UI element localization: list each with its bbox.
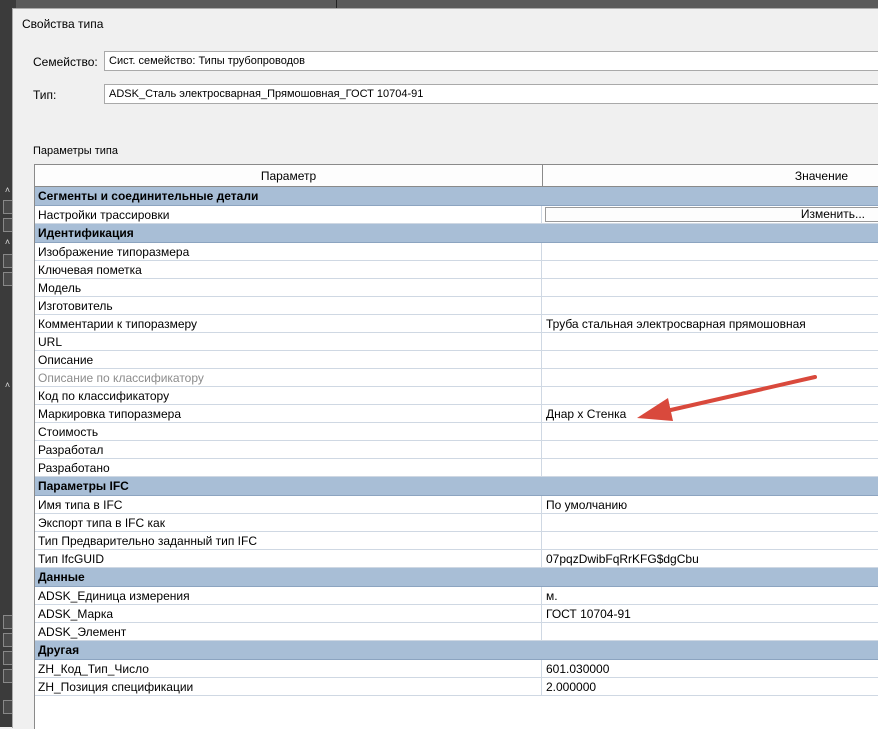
type-properties-dialog: Свойства типа Семейство: Сист. семейство… [12, 8, 878, 729]
background-tab[interactable] [16, 0, 337, 8]
parameter-row[interactable]: ZH_Код_Тип_Число 601.030000 [35, 660, 878, 678]
parameter-row[interactable]: Имя типа в IFC По умолчанию [35, 496, 878, 514]
group-header[interactable]: Сегменты и соединительные детали [35, 187, 878, 206]
parameter-column-header[interactable]: Параметр [35, 165, 543, 186]
parameter-value[interactable] [543, 441, 878, 458]
grid-rows: Сегменты и соединительные детали Настройк… [35, 187, 878, 696]
parameter-value[interactable] [543, 459, 878, 476]
parameter-name: Стоимость [35, 423, 542, 440]
parameter-name: Код по классификатору [35, 387, 542, 404]
parameter-value[interactable]: Изменить... [543, 206, 878, 223]
parameter-name: ZH_Позиция спецификации [35, 678, 542, 695]
parameter-value[interactable] [543, 243, 878, 260]
background-tab[interactable] [337, 0, 878, 8]
parameter-name: Модель [35, 279, 542, 296]
parameter-row[interactable]: ZH_Позиция спецификации 2.000000 [35, 678, 878, 696]
parameter-row[interactable]: Модель [35, 279, 878, 297]
parameter-row[interactable]: ADSK_Единица измерения м. [35, 587, 878, 605]
type-field[interactable]: ADSK_Сталь электросварная_Прямошовная_ГО… [104, 84, 878, 104]
collapse-icon[interactable]: ˄ [3, 238, 12, 247]
parameter-row[interactable]: Тип Предварительно заданный тип IFC [35, 532, 878, 550]
parameter-row[interactable]: Маркировка типоразмера Днар х Стенка [35, 405, 878, 423]
parameter-name: Настройки трассировки [35, 206, 542, 223]
type-parameters-title: Параметры типа [33, 145, 118, 157]
parameter-row[interactable]: Стоимость [35, 423, 878, 441]
parameter-name: ADSK_Единица измерения [35, 587, 542, 604]
parameter-value[interactable] [543, 297, 878, 314]
parameter-value[interactable] [543, 333, 878, 350]
parameter-name: ADSK_Марка [35, 605, 542, 622]
parameter-row[interactable]: Ключевая пометка [35, 261, 878, 279]
parameter-name: Разработано [35, 459, 542, 476]
parameter-value[interactable]: Труба стальная электросварная прямошовна… [543, 315, 878, 332]
parameter-row[interactable]: Разработал [35, 441, 878, 459]
parameter-row[interactable]: ADSK_Марка ГОСТ 10704-91 [35, 605, 878, 623]
parameter-value[interactable]: 601.030000 [543, 660, 878, 677]
type-label: Тип: [33, 88, 57, 102]
parameter-row[interactable]: Изготовитель [35, 297, 878, 315]
parameter-row[interactable]: Тип IfcGUID 07pqzDwibFqRrKFG$dgCbu [35, 550, 878, 568]
parameter-name: Разработал [35, 441, 542, 458]
background-tabstrip [16, 0, 878, 8]
group-header[interactable]: Идентификация [35, 224, 878, 243]
parameter-value[interactable] [543, 423, 878, 440]
parameter-name: Экспорт типа в IFC как [35, 514, 542, 531]
parameter-name: ZH_Код_Тип_Число [35, 660, 542, 677]
family-field[interactable]: Сист. семейство: Типы трубопроводов [104, 51, 878, 71]
parameter-value[interactable] [543, 369, 878, 386]
parameter-name: Имя типа в IFC [35, 496, 542, 513]
collapse-icon[interactable]: ˄ [3, 381, 12, 390]
parameter-row[interactable]: Изображение типоразмера [35, 243, 878, 261]
parameter-name: Изображение типоразмера [35, 243, 542, 260]
parameter-name: Маркировка типоразмера [35, 405, 542, 422]
group-header[interactable]: Данные [35, 568, 878, 587]
parameter-value[interactable] [543, 387, 878, 404]
group-header[interactable]: Другая [35, 641, 878, 660]
parameter-name: Тип IfcGUID [35, 550, 542, 567]
parameter-row[interactable]: Описание [35, 351, 878, 369]
parameter-row[interactable]: URL [35, 333, 878, 351]
parameter-row[interactable]: Разработано [35, 459, 878, 477]
grid-header: Параметр Значение [35, 165, 878, 187]
parameter-value[interactable]: 07pqzDwibFqRrKFG$dgCbu [543, 550, 878, 567]
parameter-value[interactable] [543, 351, 878, 368]
parameter-value[interactable] [543, 514, 878, 531]
parameter-value[interactable]: ГОСТ 10704-91 [543, 605, 878, 622]
dialog-title: Свойства типа [22, 17, 104, 31]
edit-routing-button[interactable]: Изменить... [545, 207, 878, 222]
parameter-value[interactable]: м. [543, 587, 878, 604]
parameter-name: Описание [35, 351, 542, 368]
parameter-name: Тип Предварительно заданный тип IFC [35, 532, 542, 549]
parameter-value[interactable]: Днар х Стенка [543, 405, 878, 422]
parameter-row[interactable]: ADSK_Элемент [35, 623, 878, 641]
parameter-value[interactable] [543, 623, 878, 640]
parameter-row[interactable]: Экспорт типа в IFC как [35, 514, 878, 532]
parameter-name: ADSK_Элемент [35, 623, 542, 640]
type-parameters-grid: Параметр Значение Сегменты и соединитель… [34, 164, 878, 729]
parameter-row[interactable]: Настройки трассировки Изменить... [35, 206, 878, 224]
value-column-header[interactable]: Значение [543, 165, 878, 186]
group-header[interactable]: Параметры IFC [35, 477, 878, 496]
parameter-value[interactable] [543, 532, 878, 549]
parameter-name: Изготовитель [35, 297, 542, 314]
parameter-value[interactable]: 2.000000 [543, 678, 878, 695]
parameter-value[interactable] [543, 279, 878, 296]
parameter-value[interactable] [543, 261, 878, 278]
parameter-row[interactable]: Комментарии к типоразмеру Труба стальная … [35, 315, 878, 333]
family-label: Семейство: [33, 55, 98, 69]
parameter-name: URL [35, 333, 542, 350]
parameter-row[interactable]: Описание по классификатору [35, 369, 878, 387]
parameter-row[interactable]: Код по классификатору [35, 387, 878, 405]
parameter-name: Описание по классификатору [35, 369, 542, 386]
parameter-value[interactable]: По умолчанию [543, 496, 878, 513]
collapse-icon[interactable]: ˄ [3, 186, 12, 195]
parameter-name: Ключевая пометка [35, 261, 542, 278]
parameter-name: Комментарии к типоразмеру [35, 315, 542, 332]
